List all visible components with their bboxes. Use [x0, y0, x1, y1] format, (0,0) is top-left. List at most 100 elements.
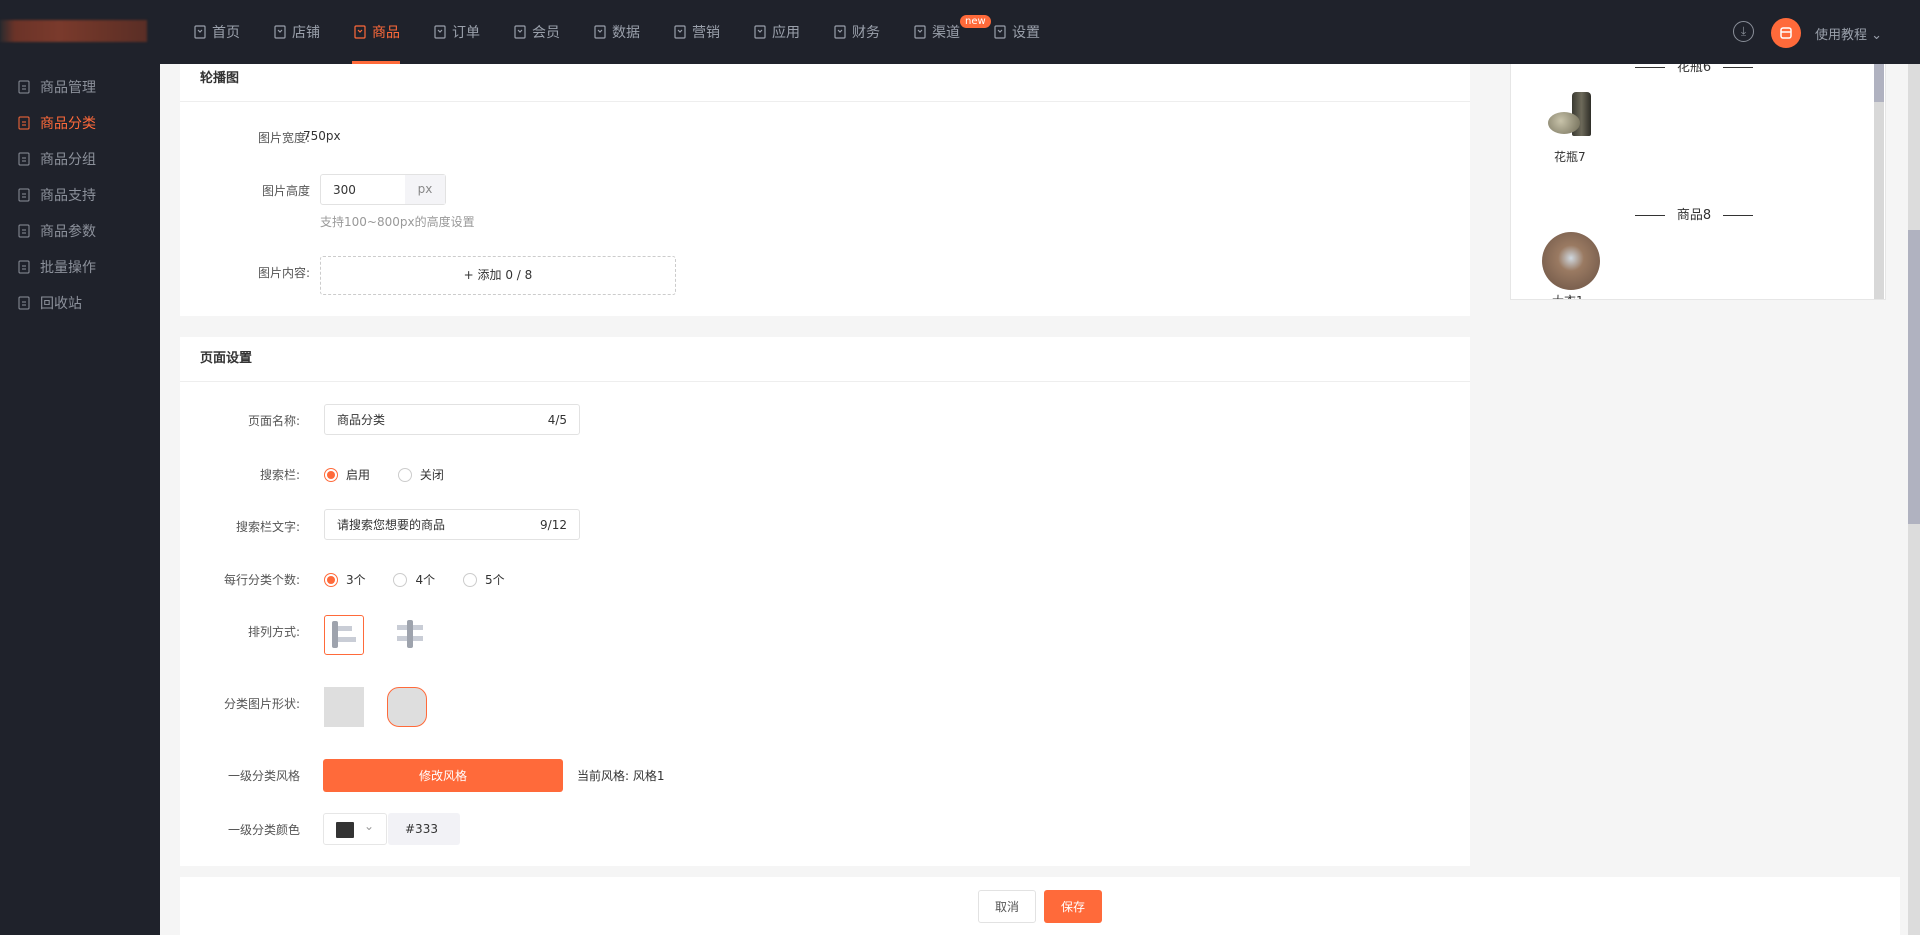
sidebar-label: 批量操作: [40, 260, 96, 276]
color-swatch: [336, 822, 354, 838]
vase-image: [1546, 92, 1596, 138]
sidebar-label: 商品分组: [40, 152, 96, 168]
add-image-button[interactable]: + 添加 0 / 8: [320, 256, 676, 295]
nav-label: 首页: [212, 25, 240, 41]
height-unit: px: [405, 175, 445, 204]
nav-channel[interactable]: 渠道 new: [912, 0, 991, 64]
shape-label: 分类图片形状:: [223, 697, 300, 711]
sidebar-label: 商品分类: [40, 116, 96, 132]
nav-chart[interactable]: 数据: [592, 0, 640, 64]
nav-app[interactable]: 应用: [752, 0, 800, 64]
search-text-value[interactable]: 请搜索您想要的商品: [337, 516, 445, 533]
search-text-count: 9/12: [540, 517, 567, 532]
radio-label: 3个: [346, 573, 366, 587]
nav-label: 数据: [612, 25, 640, 41]
content-label: 图片内容:: [257, 266, 310, 280]
page-name-count: 4/5: [547, 412, 567, 427]
sidebar-label: 回收站: [40, 296, 82, 312]
help-menu[interactable]: 使用教程 ⌄: [1815, 24, 1882, 43]
radio-5[interactable]: 5个: [462, 571, 505, 588]
footer-bar: 取消 保存: [180, 877, 1900, 935]
radio-disable[interactable]: 关闭: [397, 466, 444, 483]
modify-style-button[interactable]: 修改风格: [323, 759, 563, 792]
align-center-icon: [397, 620, 423, 648]
page-scrollbar[interactable]: [1908, 64, 1920, 935]
store-icon: [1780, 27, 1792, 39]
height-input[interactable]: 300 px: [320, 174, 446, 205]
nav-label: 渠道: [932, 25, 960, 41]
rounded-shape-option[interactable]: [387, 687, 427, 727]
sidebar-item-2[interactable]: 商品分组: [18, 149, 96, 169]
sidebar-item-6[interactable]: 回收站: [18, 293, 82, 313]
preview-item-label: 花瓶7: [1554, 150, 1586, 164]
nav-gear[interactable]: 设置: [992, 0, 1040, 64]
sidebar-label: 商品支持: [40, 188, 96, 204]
radio-4[interactable]: 4个: [393, 571, 435, 588]
preview-panel: 花瓶6 花瓶7 商品8 大衣1: [1510, 64, 1886, 300]
nav-user[interactable]: 会员: [512, 0, 560, 64]
nav-label: 营销: [692, 25, 720, 41]
align-left-option[interactable]: [324, 615, 364, 655]
nav-finance[interactable]: 财务: [832, 0, 880, 64]
page-name-value[interactable]: 商品分类: [337, 411, 385, 428]
sidebar-item-1[interactable]: 商品分类: [18, 113, 96, 133]
sidebar-icon: [18, 260, 30, 274]
align-left-icon: [332, 621, 356, 648]
goods-icon: [352, 24, 368, 40]
order-icon: [432, 24, 448, 40]
logo: [0, 20, 147, 42]
nav-label: 会员: [532, 25, 560, 41]
sidebar-item-5[interactable]: 批量操作: [18, 257, 96, 277]
sidebar-label: 商品管理: [40, 80, 96, 96]
sidebar-item-3[interactable]: 商品支持: [18, 185, 96, 205]
nav-tag[interactable]: 营销: [672, 0, 720, 64]
search-label: 搜索栏:: [259, 468, 300, 482]
sidebar-item-0[interactable]: 商品管理: [18, 77, 96, 97]
sidebar-icon: [18, 80, 30, 94]
style-label: 一级分类风格: [227, 769, 300, 783]
color-hex-input[interactable]: #333: [388, 813, 460, 845]
nav-order[interactable]: 订单: [432, 0, 480, 64]
height-value[interactable]: 300: [321, 175, 405, 204]
arrange-label: 排列方式:: [247, 625, 300, 639]
search-text-input[interactable]: 请搜索您想要的商品 9/12: [324, 509, 580, 540]
sidebar-item-4[interactable]: 商品参数: [18, 221, 96, 241]
preview-item-label: 大衣1: [1552, 292, 1584, 299]
new-badge: new: [960, 15, 991, 28]
align-center-option[interactable]: [390, 615, 430, 655]
radio-3[interactable]: 3个: [324, 571, 366, 588]
preview-scrollbar[interactable]: [1874, 64, 1884, 299]
chevron-down-icon: ⌄: [364, 819, 375, 833]
sidebar-icon: [18, 296, 30, 310]
download-icon[interactable]: ⤓: [1733, 21, 1754, 42]
height-label: 图片高度: [261, 184, 310, 198]
channel-icon: [912, 24, 928, 40]
chart-icon: [592, 24, 608, 40]
tag-icon: [672, 24, 688, 40]
current-style: 当前风格: 风格1: [577, 769, 665, 783]
nav-goods[interactable]: 商品: [352, 0, 400, 64]
finance-icon: [832, 24, 848, 40]
nav-label: 财务: [852, 25, 880, 41]
nav-label: 商品: [372, 25, 400, 41]
radio-enable[interactable]: 启用: [324, 466, 370, 483]
nav-label: 订单: [452, 25, 480, 41]
color-picker[interactable]: ⌄: [323, 813, 387, 845]
sidebar-icon: [18, 188, 30, 202]
user-icon: [512, 24, 528, 40]
page-settings-title: 页面设置: [180, 337, 1470, 382]
nav-home[interactable]: 首页: [192, 0, 240, 64]
nav-shop[interactable]: 店铺: [272, 0, 320, 64]
sidebar: 商品管理商品分类商品分组商品支持商品参数批量操作回收站: [0, 64, 160, 935]
top-bar: 首页 店铺 商品 订单 会员 数据 营销 应用 财务 渠道 new 设置 ⤓ 使用教程 ⌄: [0, 0, 1920, 64]
avatar[interactable]: [1771, 18, 1801, 48]
sidebar-icon: [18, 116, 30, 130]
nav-label: 应用: [772, 25, 800, 41]
width-value: 750px: [303, 129, 341, 143]
page-name-input[interactable]: 商品分类 4/5: [324, 404, 580, 435]
square-shape-option[interactable]: [324, 687, 364, 727]
carousel-title: 轮播图: [180, 64, 1470, 102]
save-button[interactable]: 保存: [1044, 890, 1102, 923]
name-label: 页面名称:: [247, 414, 300, 428]
cancel-button[interactable]: 取消: [978, 890, 1036, 923]
